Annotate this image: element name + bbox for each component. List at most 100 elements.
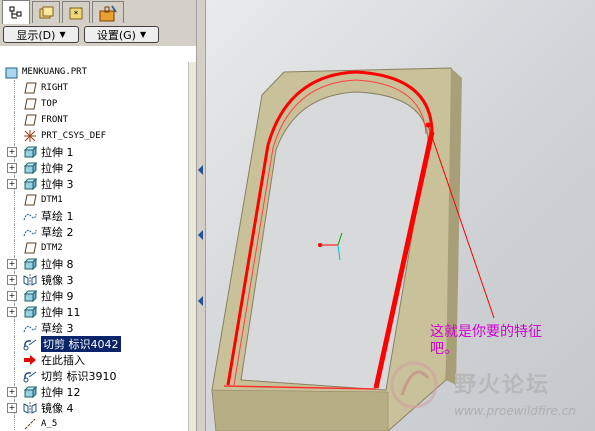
tree-item[interactable]: + 镜像 3	[0, 272, 188, 288]
datum-plane-icon	[23, 113, 37, 127]
tree-item[interactable]: 草绘 3	[0, 320, 188, 336]
expand-toggle-icon[interactable]: +	[7, 163, 17, 173]
expand-toggle-icon[interactable]: +	[7, 275, 17, 285]
model-tree-icon	[9, 6, 22, 18]
datum-plane-icon	[23, 193, 37, 207]
cut-icon	[23, 337, 37, 351]
svg-text:*: *	[74, 10, 79, 20]
tree-item[interactable]: + 拉伸 2	[0, 160, 188, 176]
extrude-icon	[23, 145, 37, 159]
settings-dropdown-label: 设置(G)	[96, 28, 136, 42]
tree-item[interactable]: 切剪 标识4042	[0, 336, 188, 352]
folder-browser-tab[interactable]	[32, 1, 60, 23]
tree-connector	[14, 336, 16, 352]
extrude-icon	[23, 289, 37, 303]
axis-icon	[23, 417, 37, 431]
tree-item-label: 镜像 4	[41, 402, 74, 415]
sketch-icon	[23, 209, 37, 223]
favorites-tab[interactable]: *	[62, 1, 90, 23]
expand-toggle-icon[interactable]: +	[7, 179, 17, 189]
extrude-icon	[23, 257, 37, 271]
tree-root-label: MENKUANG.PRT	[22, 67, 88, 77]
tree-item[interactable]: 在此插入	[0, 352, 188, 368]
tree-root[interactable]: MENKUANG.PRT	[0, 64, 188, 80]
tree-item-label: 切剪 标识4042	[41, 336, 121, 352]
tree-item[interactable]: + 拉伸 12	[0, 384, 188, 400]
tree-connector	[14, 128, 16, 144]
tree-connector	[14, 80, 16, 96]
panel-splitter[interactable]	[196, 0, 206, 431]
show-dropdown-label: 显示(D)	[16, 28, 56, 42]
tree-item-label: 拉伸 12	[41, 386, 81, 399]
tree-item[interactable]: + 拉伸 11	[0, 304, 188, 320]
leader-arrow-head	[425, 122, 431, 128]
tree-item-label: 拉伸 2	[41, 162, 74, 175]
navigator-toolbar: 显示(D) ▼ 设置(G) ▼	[0, 24, 196, 46]
tree-item[interactable]: PRT_CSYS_DEF	[0, 128, 188, 144]
tree-item[interactable]: + 拉伸 9	[0, 288, 188, 304]
tree-item-label: 草绘 2	[41, 226, 74, 239]
collapse-arrow-icon[interactable]	[198, 165, 204, 175]
model-tree-tab[interactable]	[2, 0, 30, 24]
tree-item[interactable]: A_5	[0, 416, 188, 431]
show-dropdown[interactable]: 显示(D) ▼	[3, 26, 79, 43]
expand-toggle-icon[interactable]: +	[7, 147, 17, 157]
tree-item[interactable]: RIGHT	[0, 80, 188, 96]
expand-toggle-icon[interactable]: +	[7, 307, 17, 317]
tree-header	[0, 46, 196, 63]
tree-item-label: DTM2	[41, 243, 63, 253]
tree-connector	[14, 112, 16, 128]
door-frame-bottom-face	[211, 389, 389, 431]
tree-item-label: RIGHT	[41, 83, 69, 93]
expand-toggle-icon[interactable]: +	[7, 387, 17, 397]
tree-item-label: TOP	[41, 99, 58, 109]
tree-item[interactable]: 草绘 1	[0, 208, 188, 224]
collapse-arrow-icon[interactable]	[198, 296, 204, 306]
tree-item[interactable]: FRONT	[0, 112, 188, 128]
datum-plane-icon	[23, 81, 37, 95]
tree-item-label: PRT_CSYS_DEF	[41, 131, 107, 141]
tree-item-label: 切剪 标识3910	[41, 370, 117, 383]
graphics-window[interactable]: 这就是你要的特征 吧。 野火论坛 www.proewildfire.cn	[206, 0, 595, 431]
tree-connector	[14, 320, 16, 336]
folder-icon	[39, 6, 54, 18]
extrude-icon	[23, 161, 37, 175]
favorites-icon: *	[69, 7, 83, 20]
insert-here-arrow-icon	[23, 353, 37, 367]
chevron-down-icon: ▼	[139, 30, 147, 39]
tree-item[interactable]: 草绘 2	[0, 224, 188, 240]
sketch-icon	[23, 321, 37, 335]
tree-connector	[14, 96, 16, 112]
collapse-arrow-icon[interactable]	[198, 230, 204, 240]
tree-item[interactable]: DTM2	[0, 240, 188, 256]
tree-item[interactable]: + 拉伸 8	[0, 256, 188, 272]
tree-item[interactable]: 切剪 标识3910	[0, 368, 188, 384]
tree-item-label: DTM1	[41, 195, 63, 205]
tools-tab[interactable]	[92, 1, 124, 23]
tree-item-label: 拉伸 8	[41, 258, 74, 271]
settings-dropdown[interactable]: 设置(G) ▼	[84, 26, 159, 43]
tree-connector	[14, 224, 16, 240]
expand-toggle-icon[interactable]: +	[7, 291, 17, 301]
extrude-icon	[23, 305, 37, 319]
tree-connector	[14, 416, 16, 431]
sketch-icon	[23, 225, 37, 239]
part-icon	[4, 65, 18, 79]
coordinate-system-icon	[23, 129, 37, 143]
tree-item-label: 拉伸 1	[41, 146, 74, 159]
tree-item[interactable]: + 拉伸 1	[0, 144, 188, 160]
annotation-line-1: 这就是你要的特征	[430, 324, 542, 340]
expand-toggle-icon[interactable]: +	[7, 259, 17, 269]
expand-toggle-icon[interactable]: +	[7, 403, 17, 413]
watermark-text: 野火论坛	[454, 373, 551, 398]
tree-item[interactable]: TOP	[0, 96, 188, 112]
watermark-url: www.proewildfire.cn	[454, 404, 576, 418]
tree-item-label: 拉伸 11	[41, 306, 81, 319]
tree-item[interactable]: + 拉伸 3	[0, 176, 188, 192]
tree-connector	[14, 208, 16, 224]
tree-item[interactable]: + 镜像 4	[0, 400, 188, 416]
tree-connector	[14, 352, 16, 368]
tree-item[interactable]: DTM1	[0, 192, 188, 208]
datum-plane-icon	[23, 241, 37, 255]
annotation-text: 这就是你要的特征 吧。	[430, 324, 542, 358]
